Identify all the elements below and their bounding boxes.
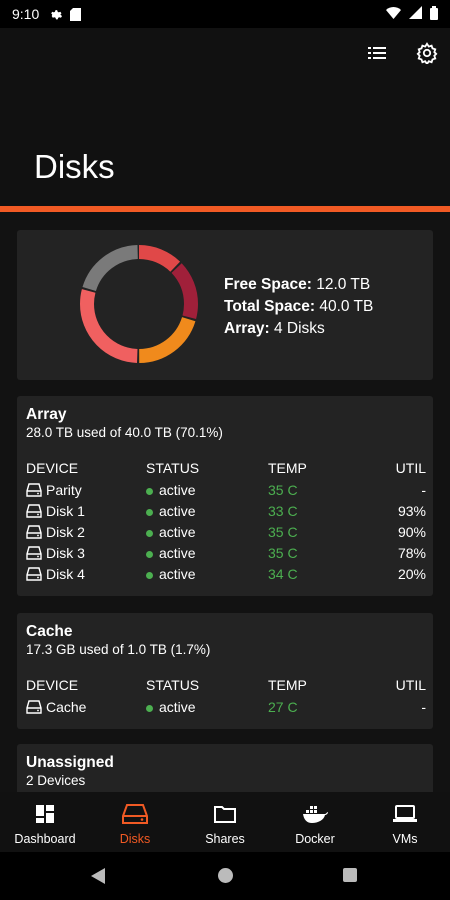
disk-icon (26, 700, 42, 714)
nav-disks[interactable]: Disks (90, 792, 180, 852)
array-table-header: DEVICE STATUS TEMP UTIL (26, 460, 426, 476)
free-space-line: Free Space: 12.0 TB (224, 276, 371, 293)
cache-table-header: DEVICE STATUS TEMP UTIL (26, 677, 426, 693)
recents-icon[interactable] (343, 868, 357, 882)
unassigned-card[interactable]: Unassigned 2 Devices (17, 744, 433, 792)
app-bar: Disks (0, 28, 450, 206)
disk-row-disk2[interactable]: Disk 2 active 35 C 90% (26, 524, 426, 545)
nav-docker[interactable]: Docker (270, 792, 360, 852)
wifi-icon (386, 6, 401, 22)
status-time: 9:10 (12, 6, 40, 22)
disk-row-disk3[interactable]: Disk 3 active 35 C 78% (26, 545, 426, 566)
nav-dashboard[interactable]: Dashboard (0, 792, 90, 852)
nav-label: VMs (392, 832, 418, 846)
disk-icon (26, 504, 42, 518)
status-bar: 9:10 (0, 0, 450, 28)
battery-icon (430, 5, 438, 23)
back-icon[interactable] (91, 868, 105, 889)
nav-label: Dashboard (14, 832, 76, 846)
cache-title: Cache (26, 623, 73, 640)
disk-icon (26, 546, 42, 560)
disk-row-disk1[interactable]: Disk 1 active 33 C 93% (26, 503, 426, 524)
disk-icon (26, 483, 42, 497)
folder-icon (214, 802, 236, 826)
nav-label: Docker (295, 832, 335, 846)
storage-donut-chart (80, 245, 198, 363)
array-title: Array (26, 406, 67, 423)
status-dot (146, 487, 153, 495)
system-navigation-bar (0, 852, 450, 900)
bottom-navigation: Dashboard Disks Shares Docker VMs (0, 792, 450, 852)
unassigned-subtitle: 2 Devices (26, 773, 86, 788)
status-dot (146, 571, 153, 579)
signal-icon (409, 6, 422, 22)
status-dot (146, 508, 153, 516)
disk-row-parity[interactable]: Parity active 35 C - (26, 482, 426, 503)
array-card[interactable]: Array 28.0 TB used of 40.0 TB (70.1%) DE… (17, 396, 433, 596)
status-dot (146, 704, 153, 712)
list-view-icon[interactable] (366, 42, 388, 69)
nav-label: Disks (119, 832, 151, 846)
status-dot (146, 550, 153, 558)
cache-card[interactable]: Cache 17.3 GB used of 1.0 TB (1.7%) DEVI… (17, 613, 433, 729)
unassigned-title: Unassigned (26, 754, 114, 771)
home-icon[interactable] (218, 868, 233, 883)
page-title: Disks (34, 148, 115, 185)
sd-card-icon (70, 7, 82, 21)
storage-summary-card: Free Space: 12.0 TB Total Space: 40.0 TB… (17, 230, 433, 380)
disk-icon (122, 802, 148, 826)
status-dot (146, 529, 153, 537)
array-usage: 28.0 TB used of 40.0 TB (70.1%) (26, 425, 223, 440)
disks-content[interactable]: Free Space: 12.0 TB Total Space: 40.0 TB… (0, 212, 450, 792)
disk-icon (26, 525, 42, 539)
cache-usage: 17.3 GB used of 1.0 TB (1.7%) (26, 642, 211, 657)
dashboard-icon (35, 802, 55, 826)
storage-stats: Free Space: 12.0 TB Total Space: 40.0 TB… (224, 274, 373, 340)
settings-gear-icon[interactable] (416, 42, 438, 69)
laptop-icon (392, 802, 418, 826)
nav-label: Shares (205, 832, 245, 846)
disk-row-cache[interactable]: Cache active 27 C - (26, 699, 426, 720)
docker-icon (301, 802, 329, 826)
disk-row-disk4[interactable]: Disk 4 active 34 C 20% (26, 566, 426, 587)
nav-shares[interactable]: Shares (180, 792, 270, 852)
disk-icon (26, 567, 42, 581)
settings-status-icon (49, 8, 63, 21)
array-count-line: Array: 4 Disks (224, 320, 325, 337)
total-space-line: Total Space: 40.0 TB (224, 298, 374, 315)
nav-vms[interactable]: VMs (360, 792, 450, 852)
